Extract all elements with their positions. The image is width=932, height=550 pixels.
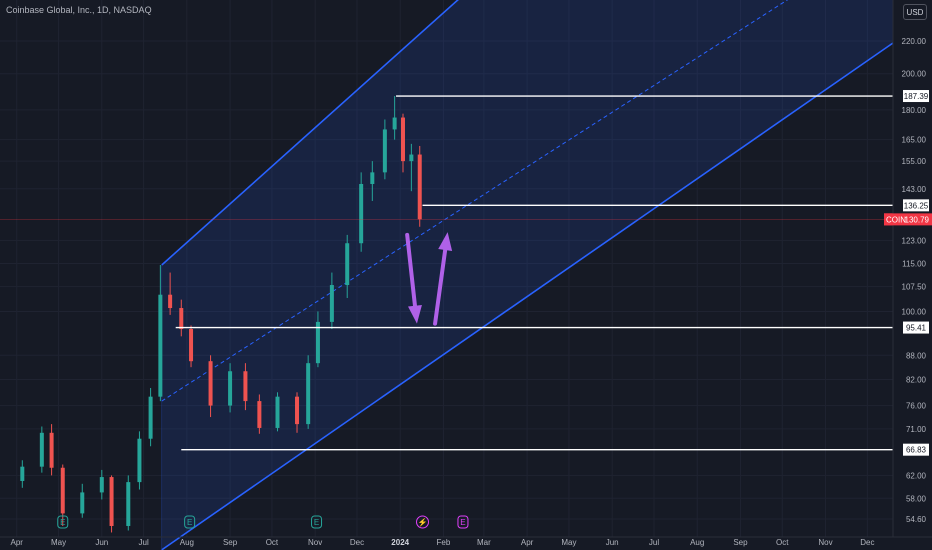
time-tick-label: Jul bbox=[139, 538, 149, 547]
candle-body bbox=[228, 371, 233, 406]
price-tick-label: 88.00 bbox=[906, 351, 927, 360]
candle-body bbox=[409, 154, 414, 162]
time-tick-label: Apr bbox=[521, 538, 534, 547]
split-marker-icon: ⚡ bbox=[418, 517, 428, 527]
candle-body bbox=[99, 477, 104, 493]
price-tick-label: 165.00 bbox=[902, 136, 927, 145]
price-tick-label: 143.00 bbox=[902, 185, 927, 194]
chart-title: Coinbase Global, Inc., 1D, NASDAQ bbox=[6, 5, 152, 15]
earnings-marker-letter: E bbox=[60, 518, 65, 527]
candle-body bbox=[417, 154, 422, 220]
time-tick-label: Dec bbox=[860, 538, 874, 547]
candle-body bbox=[243, 371, 248, 402]
candle-body bbox=[329, 285, 334, 322]
time-tick-label: Aug bbox=[180, 538, 194, 547]
candle-body bbox=[39, 432, 44, 467]
candle-body bbox=[168, 294, 173, 309]
candle-body bbox=[126, 482, 131, 526]
time-tick-label: Dec bbox=[350, 538, 364, 547]
candle-body bbox=[60, 467, 65, 514]
time-tick-label: May bbox=[561, 538, 576, 547]
candle-body bbox=[257, 401, 262, 428]
time-tick-label: 2024 bbox=[391, 538, 409, 547]
time-tick-label: Aug bbox=[690, 538, 704, 547]
candle-body bbox=[275, 396, 280, 428]
price-tick-label: 123.00 bbox=[902, 236, 927, 245]
level-axis-label: 66.83 bbox=[906, 446, 927, 455]
candle-body bbox=[137, 438, 142, 483]
price-tick-label: 155.00 bbox=[902, 157, 927, 166]
candle-body bbox=[295, 396, 300, 425]
candle-body bbox=[189, 329, 194, 362]
time-tick-label: Sep bbox=[733, 538, 748, 547]
price-tick-label: 220.00 bbox=[902, 37, 927, 46]
level-axis-label: 95.41 bbox=[906, 324, 927, 333]
candle-body bbox=[20, 466, 25, 481]
candle-body bbox=[208, 361, 213, 406]
level-axis-label: 187.39 bbox=[904, 92, 929, 101]
price-axis-bg bbox=[893, 0, 932, 550]
candle-body bbox=[392, 117, 397, 130]
price-chart[interactable]: 187.39 136.25 95.41 66.83 COIN130.79 E E E ⚡ E 2… bbox=[0, 0, 932, 550]
price-tick-label: 115.00 bbox=[902, 260, 926, 269]
time-tick-label: Feb bbox=[437, 538, 451, 547]
candle-body bbox=[400, 117, 405, 162]
candle-body bbox=[109, 477, 114, 526]
time-tick-label: Jun bbox=[606, 538, 619, 547]
time-tick-label: Apr bbox=[11, 538, 24, 547]
earnings-marker-letter: E bbox=[460, 518, 465, 527]
currency-button[interactable]: USD bbox=[903, 4, 927, 20]
time-tick-label: Nov bbox=[308, 538, 322, 547]
price-tick-label: 82.00 bbox=[906, 376, 927, 385]
time-tick-label: May bbox=[51, 538, 66, 547]
price-tick-label: 180.00 bbox=[902, 106, 927, 115]
time-tick-label: Jul bbox=[649, 538, 659, 547]
time-tick-label: Sep bbox=[223, 538, 238, 547]
price-tick-label: 58.00 bbox=[906, 494, 927, 503]
candle-body bbox=[345, 243, 350, 286]
time-tick-label: Nov bbox=[818, 538, 832, 547]
candle-body bbox=[382, 129, 387, 173]
candle-body bbox=[359, 183, 364, 244]
price-tick-label: 107.50 bbox=[902, 283, 927, 292]
price-tick-label: 54.60 bbox=[906, 515, 927, 524]
level-axis-label: 136.25 bbox=[904, 201, 929, 210]
time-tick-label: Mar bbox=[477, 538, 491, 547]
candle-body bbox=[158, 294, 163, 397]
candle-body bbox=[80, 492, 85, 514]
current-price-axis-symbol: COIN bbox=[886, 215, 906, 224]
time-tick-label: Oct bbox=[776, 538, 789, 547]
earnings-marker-letter: E bbox=[187, 518, 192, 527]
price-tick-label: 200.00 bbox=[902, 70, 927, 79]
time-tick-label: Jun bbox=[95, 538, 108, 547]
price-tick-label: 76.00 bbox=[906, 402, 927, 411]
price-tick-label: 100.00 bbox=[902, 307, 927, 316]
price-tick-label: 71.00 bbox=[906, 425, 927, 434]
candle-body bbox=[179, 308, 184, 330]
earnings-marker-letter: E bbox=[314, 518, 319, 527]
candle-body bbox=[370, 172, 375, 184]
time-tick-label: Oct bbox=[266, 538, 279, 547]
current-price-axis-label: 130.79 bbox=[905, 215, 930, 224]
candle-body bbox=[148, 396, 153, 439]
candle-body bbox=[49, 432, 54, 468]
candle-body bbox=[306, 363, 311, 425]
price-tick-label: 62.00 bbox=[906, 471, 927, 480]
